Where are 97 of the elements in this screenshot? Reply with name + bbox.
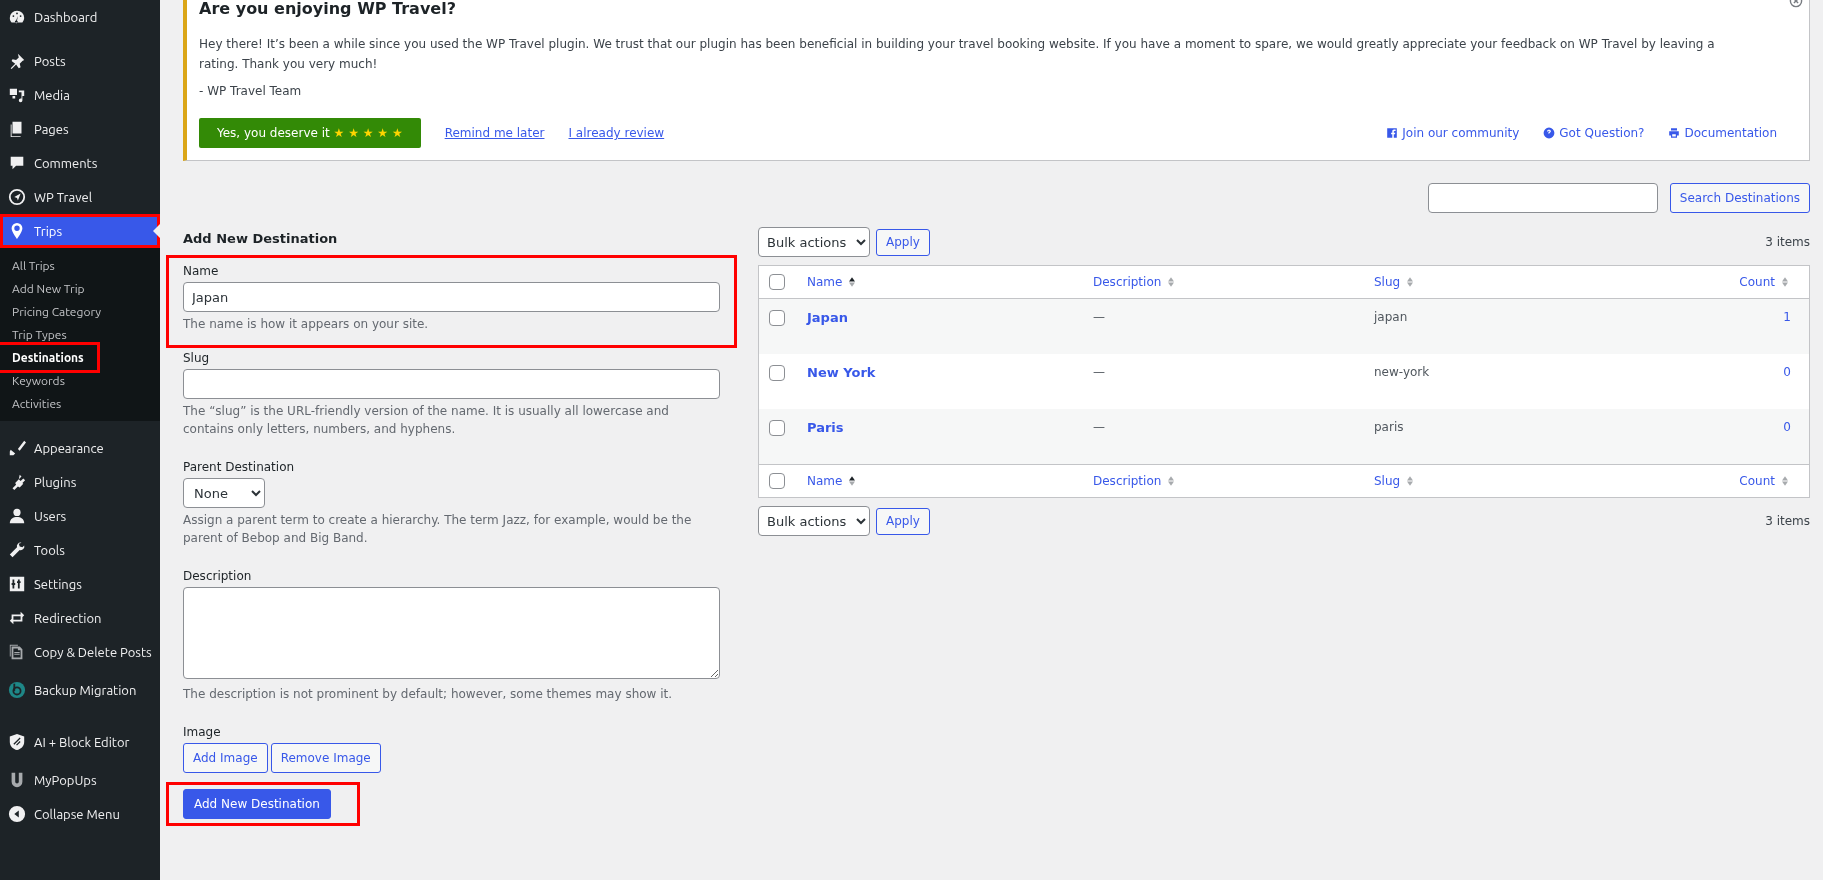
destination-link[interactable]: Japan: [807, 310, 848, 325]
bulk-actions-dropdown[interactable]: Bulk actions: [758, 227, 870, 257]
column-header[interactable]: Slug: [1374, 474, 1417, 488]
sidebar-item[interactable]: Settings: [0, 567, 160, 601]
image-button[interactable]: Add Image: [183, 743, 268, 773]
checkbox[interactable]: [769, 310, 785, 326]
item-count: 3 items: [1765, 235, 1810, 249]
search-field[interactable]: [1427, 183, 1658, 213]
sidebar-item[interactable]: Media: [0, 78, 160, 112]
sidebar-item[interactable]: AI + Block Editor: [0, 721, 160, 763]
shield-icon: [8, 733, 26, 751]
pin-icon: [8, 52, 26, 70]
column-header[interactable]: Name: [807, 275, 859, 289]
help-link[interactable]: Got Question?: [1543, 126, 1645, 140]
printer-icon: [1668, 127, 1681, 139]
media-icon: [8, 86, 26, 104]
checkbox[interactable]: [769, 473, 785, 489]
field-label: Slug: [183, 351, 211, 365]
facebook-icon: [1386, 127, 1399, 139]
table-cell: paris: [1374, 420, 1404, 434]
apply-button[interactable]: Apply: [876, 507, 930, 535]
submenu-item[interactable]: Activities: [0, 392, 74, 415]
table-cell: —: [1093, 420, 1105, 434]
apply-button[interactable]: Apply: [876, 228, 930, 256]
field-label: Parent Destination: [183, 460, 296, 474]
item-count: 3 items: [1765, 514, 1810, 528]
field-label: Description: [183, 569, 253, 583]
sidebar-item[interactable]: Pages: [0, 112, 160, 146]
table-cell: new-york: [1374, 365, 1430, 379]
submenu-item[interactable]: Trip Types: [0, 323, 79, 346]
checkbox[interactable]: [769, 365, 785, 381]
sidebar-item[interactable]: MyPopUps: [0, 763, 160, 797]
help-link[interactable]: Documentation: [1668, 126, 1777, 140]
destination-link[interactable]: Paris: [807, 420, 844, 435]
checkbox[interactable]: [769, 274, 785, 290]
circle-logo-icon: [8, 681, 26, 699]
count-link[interactable]: 1: [1783, 310, 1791, 324]
notice-link[interactable]: I already review: [568, 126, 665, 140]
sidebar-item[interactable]: Users: [0, 499, 160, 533]
field-hint: The “slug” is the URL-friendly version of the name. It is usually all lowercase and contains only letters, numbers, and hyphens.: [183, 403, 670, 438]
name-field[interactable]: Japan: [183, 282, 720, 312]
submit-button[interactable]: Add New Destination: [183, 789, 331, 819]
submenu-item[interactable]: Keywords: [0, 369, 77, 392]
submenu-item[interactable]: Add New Trip: [0, 277, 97, 300]
image-button[interactable]: Remove Image: [270, 743, 381, 773]
parent-dropdown[interactable]: None: [183, 478, 265, 508]
help-link[interactable]: Join our community: [1386, 126, 1520, 140]
table-cell: —: [1093, 365, 1105, 379]
notice-message: Hey there! It’s been a while since you used the WP Travel plugin. We trust that our plugin has been beneficial in building your travel booking website. If you have a moment to spare, we would greatly appreciate your feedback on WP Travel by leaving a rating. Thank you very much!: [199, 36, 1716, 73]
sidebar-item[interactable]: Plugins: [0, 465, 160, 499]
sidebar-item[interactable]: Dashboard: [0, 0, 160, 34]
field-hint: The name is how it appears on your site.: [183, 316, 430, 333]
notice-signature: - WP Travel Team: [199, 84, 303, 98]
paintbrush-icon: [8, 439, 26, 457]
column-header[interactable]: Count: [1739, 275, 1791, 289]
submenu-item[interactable]: Pricing Category: [0, 300, 113, 323]
collapse-icon: [8, 805, 26, 823]
wrench-icon: [8, 541, 26, 559]
sidebar-item[interactable]: Posts: [0, 44, 160, 78]
sliders-icon: [8, 575, 26, 593]
sidebar-item[interactable]: Tools: [0, 533, 160, 567]
table-cell: —: [1093, 310, 1105, 324]
table-cell: japan: [1374, 310, 1408, 324]
field-label: Image: [183, 725, 222, 739]
sidebar-item[interactable]: Comments: [0, 146, 160, 180]
sidebar-item[interactable]: WP Travel: [0, 180, 160, 214]
rate-button[interactable]: Yes, you deserve it ★ ★ ★ ★ ★: [199, 118, 421, 148]
submenu-item[interactable]: All Trips: [0, 254, 67, 277]
notice-title: Are you enjoying WP Travel?: [199, 0, 456, 18]
dashboard-icon: [8, 8, 26, 26]
column-header[interactable]: Name: [807, 474, 859, 488]
column-header[interactable]: Description: [1093, 474, 1178, 488]
sidebar-item[interactable]: Trips: [0, 214, 160, 248]
notice-link[interactable]: Remind me later: [444, 126, 545, 140]
sidebar-item[interactable]: Copy & Delete Posts: [0, 635, 160, 669]
sidebar-item[interactable]: Redirection: [0, 601, 160, 635]
compass-icon: [8, 188, 26, 206]
slug-field[interactable]: [183, 369, 720, 399]
checkbox[interactable]: [769, 420, 785, 436]
column-header[interactable]: Count: [1739, 474, 1791, 488]
count-link[interactable]: 0: [1783, 420, 1791, 434]
form-heading: Add New Destination: [183, 231, 339, 246]
destination-link[interactable]: New York: [807, 365, 876, 380]
count-link[interactable]: 0: [1783, 365, 1791, 379]
question-icon: [1543, 127, 1556, 139]
sidebar-item[interactable]: Backup Migration: [0, 669, 160, 711]
field-hint: Assign a parent term to create a hierarchy. The term Jazz, for example, would be the parent of Bebop and Big Band.: [183, 512, 693, 547]
field-hint: The description is not prominent by default; however, some themes may show it.: [183, 686, 674, 703]
column-header[interactable]: Slug: [1374, 275, 1417, 289]
field-label: Name: [183, 264, 220, 278]
sidebar-item[interactable]: Collapse Menu: [0, 797, 160, 831]
column-header[interactable]: Description: [1093, 275, 1178, 289]
user-icon: [8, 507, 26, 525]
search-button[interactable]: Search Destinations: [1669, 183, 1810, 213]
bulk-actions-dropdown[interactable]: Bulk actions: [758, 506, 870, 536]
sidebar-item[interactable]: Appearance: [0, 431, 160, 465]
description-field[interactable]: [183, 587, 720, 679]
